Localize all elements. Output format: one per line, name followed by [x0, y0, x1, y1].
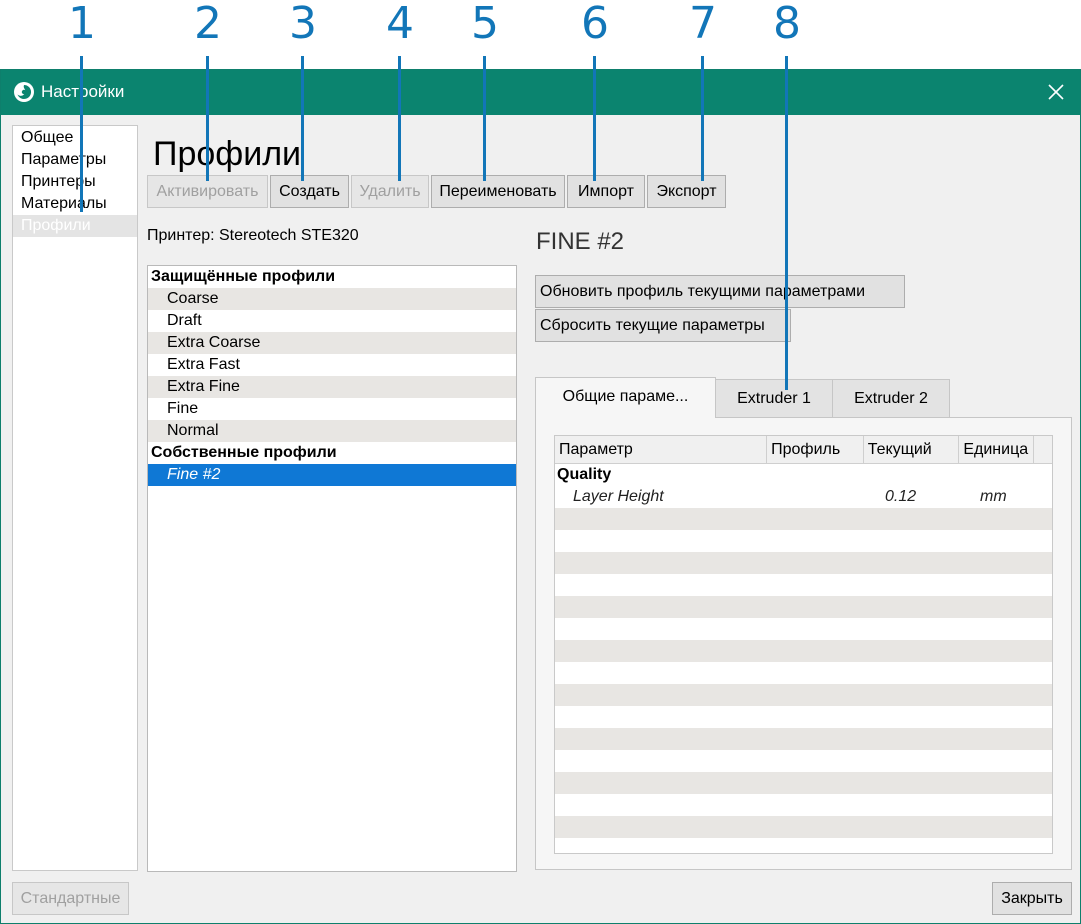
defaults-button[interactable]: Стандартные [12, 882, 129, 915]
title-bar[interactable]: Настройки [1, 70, 1080, 115]
table-row-empty [555, 596, 1052, 618]
profile-item[interactable]: Coarse [148, 288, 516, 310]
profile-item[interactable]: Extra Fast [148, 354, 516, 376]
table-row-empty [555, 794, 1052, 816]
page-title: Профили [153, 135, 302, 173]
tab-extruder-1[interactable]: Extruder 1 [715, 379, 833, 417]
tab-extruder-2[interactable]: Extruder 2 [832, 379, 950, 417]
callout-line-6 [593, 56, 596, 181]
delete-button[interactable]: Удалить [351, 175, 429, 208]
category-profiles[interactable]: Профили [13, 215, 137, 237]
param-name: Layer Height [573, 488, 664, 505]
table-row-empty [555, 530, 1052, 552]
selected-profile-name: FINE #2 [536, 228, 625, 255]
param-unit: mm [980, 488, 1007, 505]
table-header: Параметр Профиль Текущий Единица [555, 436, 1052, 464]
custom-profiles-header: Собственные профили [151, 444, 337, 461]
callout-5: 5 [471, 0, 499, 49]
group-label: Quality [557, 466, 612, 483]
param-current-value: 0.12 [885, 488, 917, 505]
table-row-empty [555, 508, 1052, 530]
callout-1: 1 [68, 0, 96, 49]
table-row-empty [555, 838, 1052, 853]
callout-3: 3 [289, 0, 317, 49]
callout-line-5 [483, 56, 486, 181]
table-row-empty [555, 640, 1052, 662]
callout-line-3 [301, 56, 304, 181]
callout-line-1 [80, 56, 83, 212]
table-row-empty [555, 706, 1052, 728]
callout-line-8 [785, 56, 788, 390]
profile-item-selected[interactable]: Fine #2 [148, 464, 516, 486]
tab-pane: Параметр Профиль Текущий Единица Quality… [535, 417, 1072, 870]
profile-item[interactable]: Draft [148, 310, 516, 332]
table-row-empty [555, 662, 1052, 684]
column-header-parameter[interactable]: Параметр [555, 436, 768, 464]
callout-2: 2 [194, 0, 222, 49]
profile-item[interactable]: Fine [148, 398, 516, 420]
category-materials[interactable]: Материалы [13, 193, 137, 215]
table-row-empty [555, 574, 1052, 596]
export-button[interactable]: Экспорт [647, 175, 726, 208]
settings-window: Настройки Общее Параметры Принтеры Матер… [0, 69, 1081, 924]
close-button[interactable]: Закрыть [992, 882, 1072, 915]
callout-8: 8 [773, 0, 801, 49]
callout-line-2 [206, 56, 209, 181]
table-row-empty [555, 618, 1052, 640]
import-button[interactable]: Импорт [567, 175, 645, 208]
category-general[interactable]: Общее [13, 127, 137, 149]
tab-general-params[interactable]: Общие параме... [535, 377, 716, 418]
table-row-empty [555, 552, 1052, 574]
table-row-empty [555, 816, 1052, 838]
protected-profiles-header: Защищённые профили [151, 268, 336, 285]
table-row-empty [555, 684, 1052, 706]
profile-item[interactable]: Normal [148, 420, 516, 442]
column-header-profile[interactable]: Профиль [767, 436, 864, 464]
column-header-current[interactable]: Текущий [864, 436, 960, 464]
profile-list: Защищённые профили Coarse Draft Extra Co… [147, 265, 517, 872]
table-group-row: Quality [555, 464, 1052, 486]
callout-4: 4 [386, 0, 414, 49]
category-printers[interactable]: Принтеры [13, 171, 137, 193]
param-profile-value [768, 486, 865, 508]
close-icon[interactable] [1044, 80, 1068, 104]
table-row-empty [555, 772, 1052, 794]
table-row[interactable]: Layer Height 0.12 mm [555, 486, 1052, 508]
table-row-empty [555, 728, 1052, 750]
callout-line-7 [701, 56, 704, 181]
rename-button[interactable]: Переименовать [431, 175, 565, 208]
reset-parameters-button[interactable]: Сбросить текущие параметры [535, 309, 791, 342]
update-profile-button[interactable]: Обновить профиль текущими параметрами [535, 275, 905, 308]
column-header-unit[interactable]: Единица [959, 436, 1035, 464]
callout-6: 6 [581, 0, 609, 49]
category-parameters[interactable]: Параметры [13, 149, 137, 171]
profile-item[interactable]: Extra Fine [148, 376, 516, 398]
callout-line-4 [398, 56, 401, 181]
category-list: Общее Параметры Принтеры Материалы Профи… [12, 125, 138, 871]
profile-item[interactable]: Extra Coarse [148, 332, 516, 354]
callout-7: 7 [689, 0, 717, 49]
table-row-empty [555, 750, 1052, 772]
column-header-filler [1034, 436, 1052, 464]
parameter-table: Параметр Профиль Текущий Единица Quality… [554, 435, 1053, 854]
create-button[interactable]: Создать [270, 175, 349, 208]
app-logo-icon [14, 82, 34, 102]
printer-label: Принтер: Stereotech STE320 [147, 227, 359, 244]
